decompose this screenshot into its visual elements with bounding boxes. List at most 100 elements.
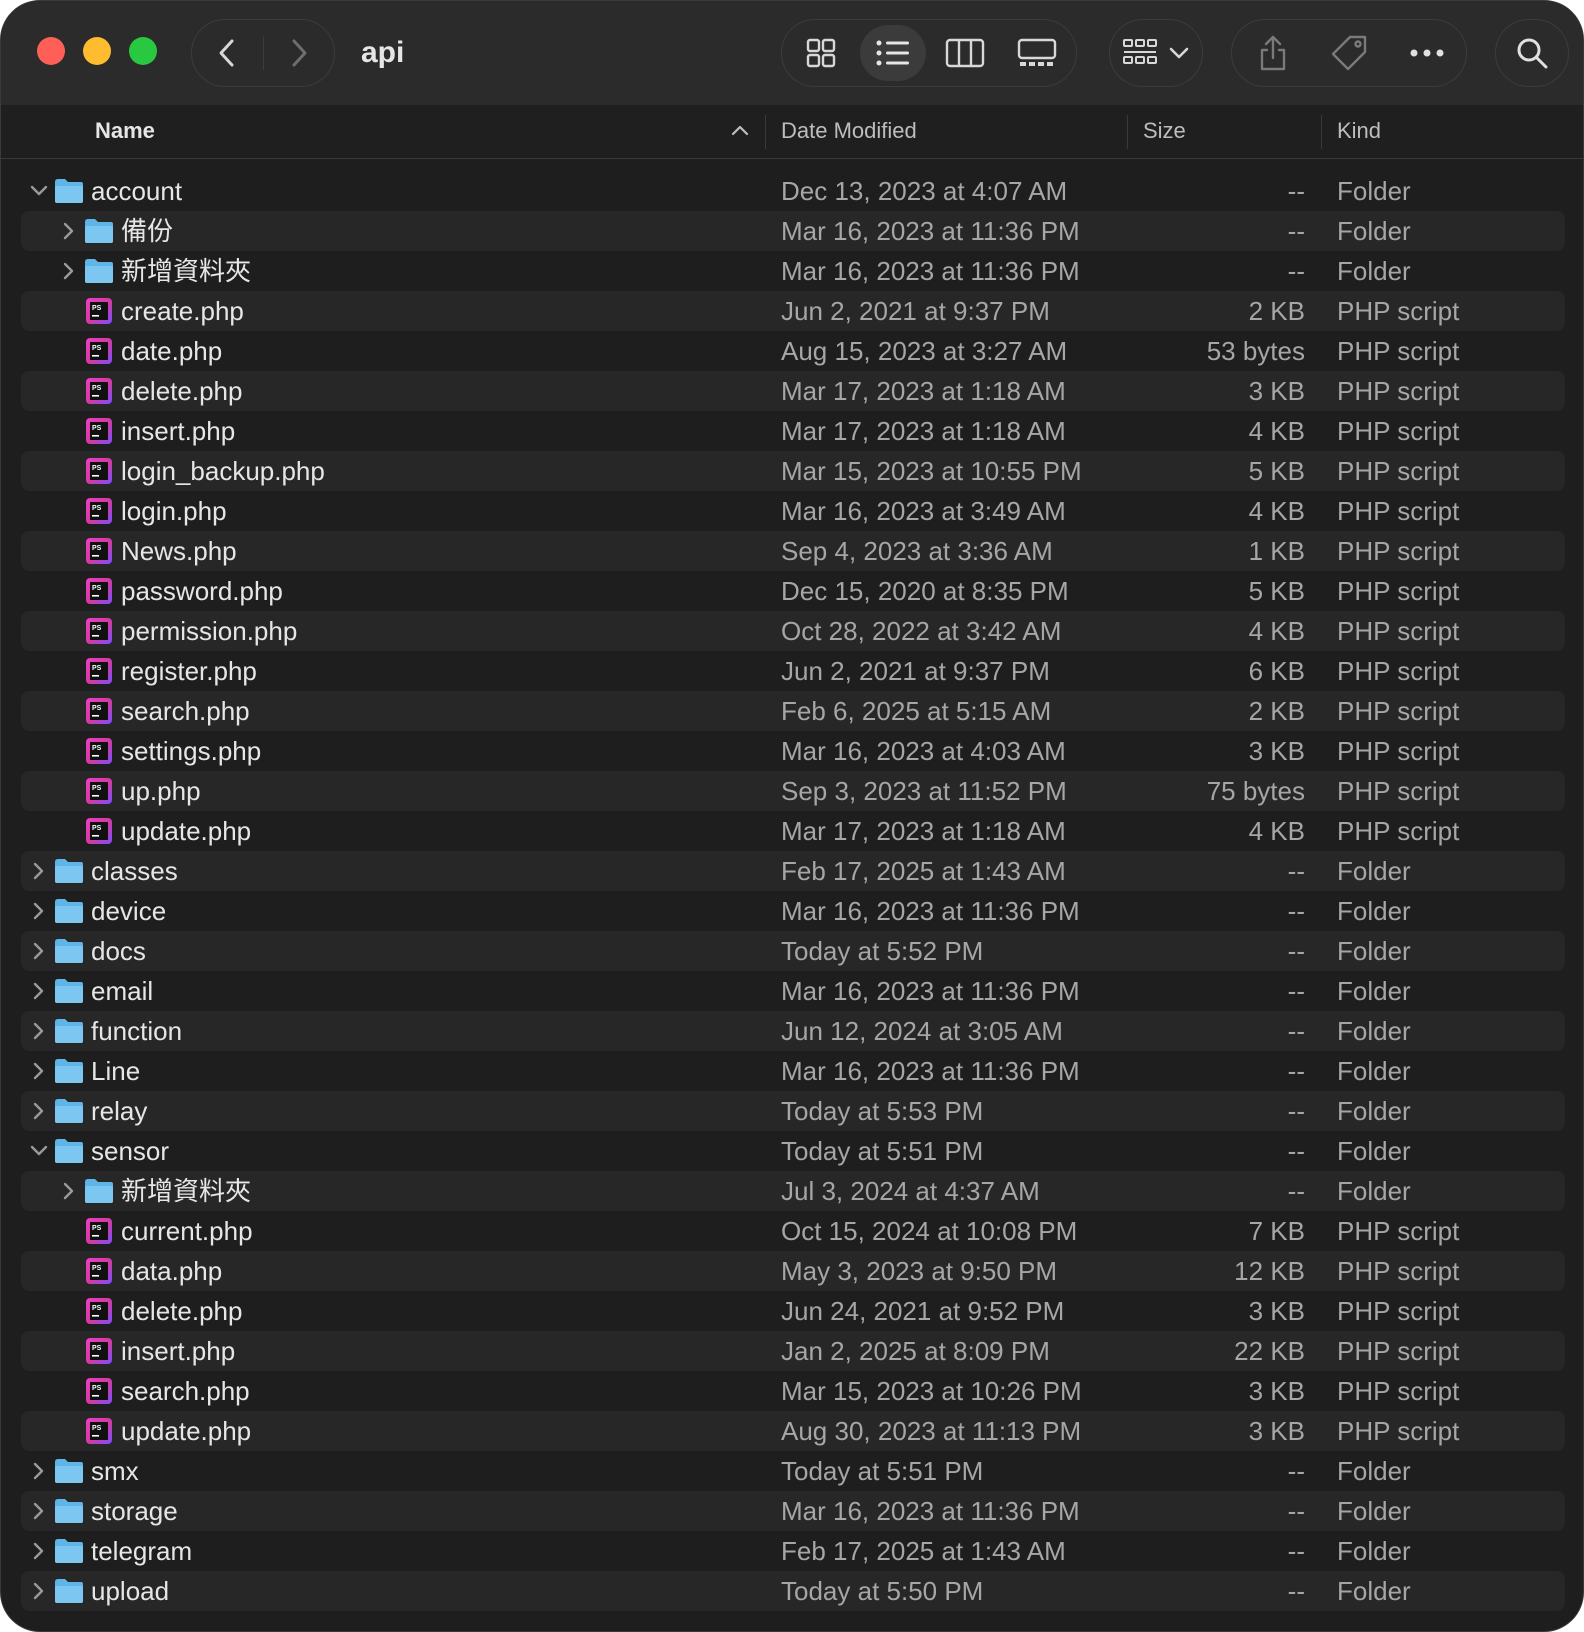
file-row[interactable]: PS insert.php Mar 17, 2023 at 1:18 AM 4 KB P… [21,411,1565,451]
disclosure-collapsed-button[interactable] [57,1171,81,1211]
file-row[interactable]: storage Mar 16, 2023 at 11:36 PM -- Folder [21,1491,1565,1531]
file-date-modified: Feb 17, 2025 at 1:43 AM [781,856,1066,886]
file-row[interactable]: PS search.php Feb 6, 2025 at 5:15 AM 2 KB PH… [21,691,1565,731]
group-by-button[interactable] [1109,19,1203,87]
disclosure-collapsed-button[interactable] [27,1451,51,1491]
file-kind: Folder [1337,936,1411,966]
file-row[interactable]: PS update.php Aug 30, 2023 at 11:13 PM 3 KB… [21,1411,1565,1451]
file-row[interactable]: PS News.php Sep 4, 2023 at 3:36 AM 1 KB PHP … [21,531,1565,571]
file-row[interactable]: 新增資料夾 Mar 16, 2023 at 11:36 PM -- Folder [21,251,1565,291]
tag-button[interactable] [1314,24,1384,82]
file-row[interactable]: classes Feb 17, 2025 at 1:43 AM -- Folder [21,851,1565,891]
file-name: date.php [121,336,223,366]
search-button[interactable] [1495,19,1569,87]
file-row[interactable]: PS current.php Oct 15, 2024 at 10:08 PM 7 K… [21,1211,1565,1251]
file-row[interactable]: smx Today at 5:51 PM -- Folder [21,1451,1565,1491]
file-row[interactable]: PS insert.php Jan 2, 2025 at 8:09 PM 22 KB P… [21,1331,1565,1371]
list-view-button[interactable] [860,25,926,81]
file-row[interactable]: PS create.php Jun 2, 2021 at 9:37 PM 2 KB PH… [21,291,1565,331]
disclosure-collapsed-button[interactable] [27,1531,51,1571]
file-row[interactable]: PS delete.php Jun 24, 2021 at 9:52 PM 3 KB P… [21,1291,1565,1331]
svg-text:PS: PS [92,1425,102,1432]
file-kind: Folder [1337,216,1411,246]
phpstorm-file-icon: PS [83,295,115,327]
file-name: password.php [121,576,283,606]
disclosure-expanded-button[interactable] [27,1131,51,1171]
file-name: function [91,1016,183,1046]
file-row[interactable]: device Mar 16, 2023 at 11:36 PM -- Folder [21,891,1565,931]
file-row[interactable]: docs Today at 5:52 PM -- Folder [21,931,1565,971]
file-row[interactable]: 備份 Mar 16, 2023 at 11:36 PM -- Folder [21,211,1565,251]
file-date-modified: Jul 3, 2024 at 4:37 AM [781,1176,1040,1206]
file-row[interactable]: PS login_backup.php Mar 15, 2023 at 10:55 … [21,451,1565,491]
column-divider[interactable] [765,115,766,149]
column-date-header[interactable]: Date Modified [781,105,917,157]
sort-ascending-icon[interactable] [729,119,751,141]
file-row[interactable]: PS date.php Aug 15, 2023 at 3:27 AM 53 byte… [21,331,1565,371]
gallery-view-button[interactable] [1004,25,1070,81]
file-row[interactable]: telegram Feb 17, 2025 at 1:43 AM -- Folder [21,1531,1565,1571]
file-date-modified: Mar 16, 2023 at 4:03 AM [781,736,1066,766]
file-row[interactable]: account Dec 13, 2023 at 4:07 AM -- Folder [21,171,1565,211]
file-row[interactable]: upload Today at 5:50 PM -- Folder [21,1571,1565,1611]
more-button[interactable] [1392,24,1462,82]
back-button[interactable] [192,20,262,86]
zoom-window-button[interactable] [129,37,157,65]
file-name: 備份 [121,216,174,246]
disclosure-collapsed-button[interactable] [27,971,51,1011]
disclosure-collapsed-button[interactable] [27,1491,51,1531]
file-row[interactable]: function Jun 12, 2024 at 3:05 AM -- Folder [21,1011,1565,1051]
column-header: Name Date Modified Size Kind [1,105,1583,159]
disclosure-collapsed-button[interactable] [27,931,51,971]
file-size: 2 KB [1248,696,1305,726]
file-size: -- [1287,1136,1305,1166]
share-button[interactable] [1238,24,1308,82]
icon-view-button[interactable] [788,25,854,81]
disclosure-expanded-button[interactable] [27,171,51,211]
column-divider[interactable] [1321,115,1322,149]
file-size: 4 KB [1248,616,1305,646]
file-row[interactable]: PS data.php May 3, 2023 at 9:50 PM 12 KB PHP… [21,1251,1565,1291]
column-name-header[interactable]: Name [95,105,155,157]
file-row[interactable]: email Mar 16, 2023 at 11:36 PM -- Folder [21,971,1565,1011]
file-row[interactable]: PS search.php Mar 15, 2023 at 10:26 PM 3 KB… [21,1371,1565,1411]
file-row[interactable]: sensor Today at 5:51 PM -- Folder [21,1131,1565,1171]
file-size: 3 KB [1248,1416,1305,1446]
file-row[interactable]: 新增資料夾 Jul 3, 2024 at 4:37 AM -- Folder [21,1171,1565,1211]
file-row[interactable]: PS delete.php Mar 17, 2023 at 1:18 AM 3 KB P… [21,371,1565,411]
column-size-header[interactable]: Size [1143,105,1186,157]
file-row[interactable]: PS permission.php Oct 28, 2022 at 3:42 AM 4… [21,611,1565,651]
disclosure-collapsed-button[interactable] [27,891,51,931]
file-row[interactable]: PS settings.php Mar 16, 2023 at 4:03 AM 3 K… [21,731,1565,771]
disclosure-collapsed-button[interactable] [57,251,81,291]
disclosure-collapsed-button[interactable] [27,1011,51,1051]
file-name: current.php [121,1216,253,1246]
file-row[interactable]: PS password.php Dec 15, 2020 at 8:35 PM 5 K… [21,571,1565,611]
file-row[interactable]: relay Today at 5:53 PM -- Folder [21,1091,1565,1131]
svg-text:PS: PS [92,1225,102,1232]
disclosure-collapsed-button[interactable] [27,1051,51,1091]
minimize-window-button[interactable] [83,37,111,65]
file-row[interactable]: PS login.php Mar 16, 2023 at 3:49 AM 4 KB PH… [21,491,1565,531]
file-date-modified: Jun 12, 2024 at 3:05 AM [781,1016,1063,1046]
disclosure-collapsed-button[interactable] [57,211,81,251]
svg-text:PS: PS [92,745,102,752]
file-row[interactable]: PS up.php Sep 3, 2023 at 11:52 PM 75 bytes P… [21,771,1565,811]
svg-text:PS: PS [92,1305,102,1312]
forward-button[interactable] [264,20,334,86]
disclosure-collapsed-button[interactable] [27,851,51,891]
column-kind-header[interactable]: Kind [1337,105,1381,157]
column-view-button[interactable] [932,25,998,81]
file-size: -- [1287,936,1305,966]
disclosure-collapsed-button[interactable] [27,1091,51,1131]
disclosure-collapsed-button[interactable] [27,1571,51,1611]
file-row[interactable]: PS update.php Mar 17, 2023 at 1:18 AM 4 KB P… [21,811,1565,851]
close-window-button[interactable] [37,37,65,65]
file-name: register.php [121,656,257,686]
file-date-modified: Jun 2, 2021 at 9:37 PM [781,296,1050,326]
file-row[interactable]: Line Mar 16, 2023 at 11:36 PM -- Folder [21,1051,1565,1091]
file-row[interactable]: PS register.php Jun 2, 2021 at 9:37 PM 6 KB… [21,651,1565,691]
file-date-modified: Today at 5:51 PM [781,1136,984,1166]
file-kind: Folder [1337,896,1411,926]
column-divider[interactable] [1127,115,1128,149]
